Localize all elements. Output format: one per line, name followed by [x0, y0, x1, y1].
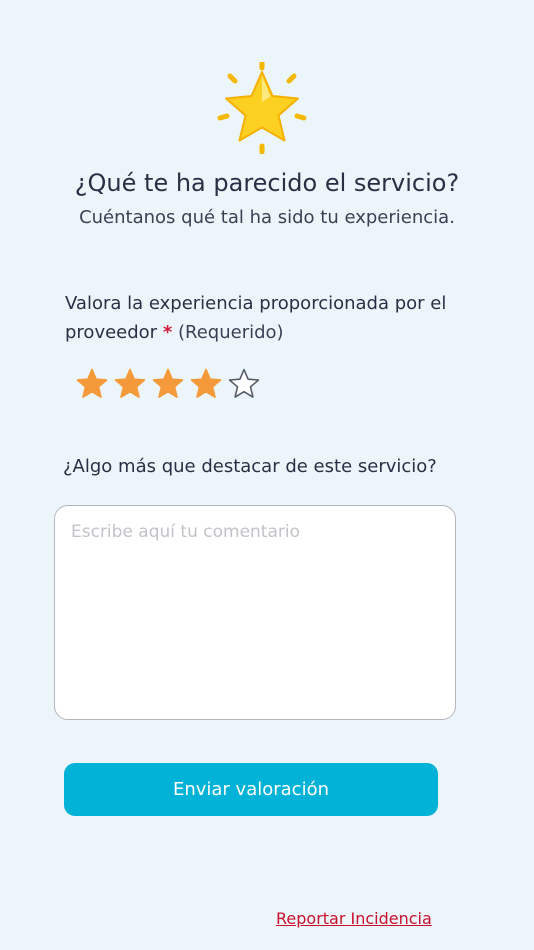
glowing-star-icon [217, 62, 307, 154]
star-filled-icon-1[interactable] [75, 367, 109, 401]
star-empty-icon-5[interactable] [227, 367, 261, 401]
required-marker: * [162, 322, 173, 343]
rating-page: ¿Qué te ha parecido el servicio? Cuéntan… [0, 0, 534, 950]
star-filled-icon-3[interactable] [151, 367, 185, 401]
page-subtitle: Cuéntanos qué tal ha sido tu experiencia… [79, 207, 455, 228]
star-filled-icon-4[interactable] [189, 367, 223, 401]
star-filled-icon-2[interactable] [113, 367, 147, 401]
star-rating [75, 366, 265, 402]
page-title: ¿Qué te ha parecido el servicio? [74, 169, 460, 197]
report-incident-link[interactable]: Reportar Incidencia [276, 907, 432, 931]
comment-question: ¿Algo más que destacar de este servicio? [63, 456, 437, 477]
rating-question: Valora la experiencia proporcionada por … [65, 289, 485, 347]
comment-textarea[interactable] [54, 505, 456, 720]
required-text: (Requerido) [177, 322, 284, 343]
submit-rating-button[interactable]: Enviar valoración [64, 763, 438, 816]
